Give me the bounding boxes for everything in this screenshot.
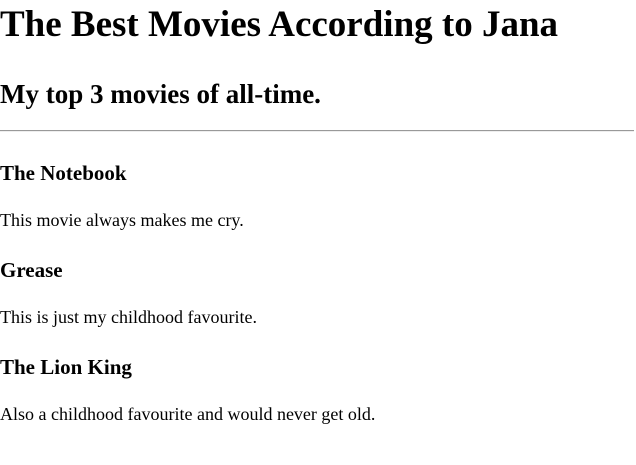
divider bbox=[0, 130, 634, 132]
page-subtitle: My top 3 movies of all-time. bbox=[0, 79, 321, 109]
movie-description: Also a childhood favourite and would nev… bbox=[0, 404, 376, 424]
movie-item: The Notebook This movie always makes me … bbox=[0, 160, 244, 230]
movie-description: This is just my childhood favourite. bbox=[0, 307, 257, 327]
movie-title: The Notebook bbox=[0, 161, 127, 185]
movie-item: The Lion King Also a childhood favourite… bbox=[0, 354, 375, 424]
page-title: The Best Movies According to Jana bbox=[0, 4, 559, 45]
movie-title: The Lion King bbox=[0, 355, 132, 379]
movie-description: This movie always makes me cry. bbox=[0, 210, 244, 230]
movie-title: Grease bbox=[0, 258, 63, 282]
movie-item: Grease This is just my childhood favouri… bbox=[0, 257, 257, 327]
